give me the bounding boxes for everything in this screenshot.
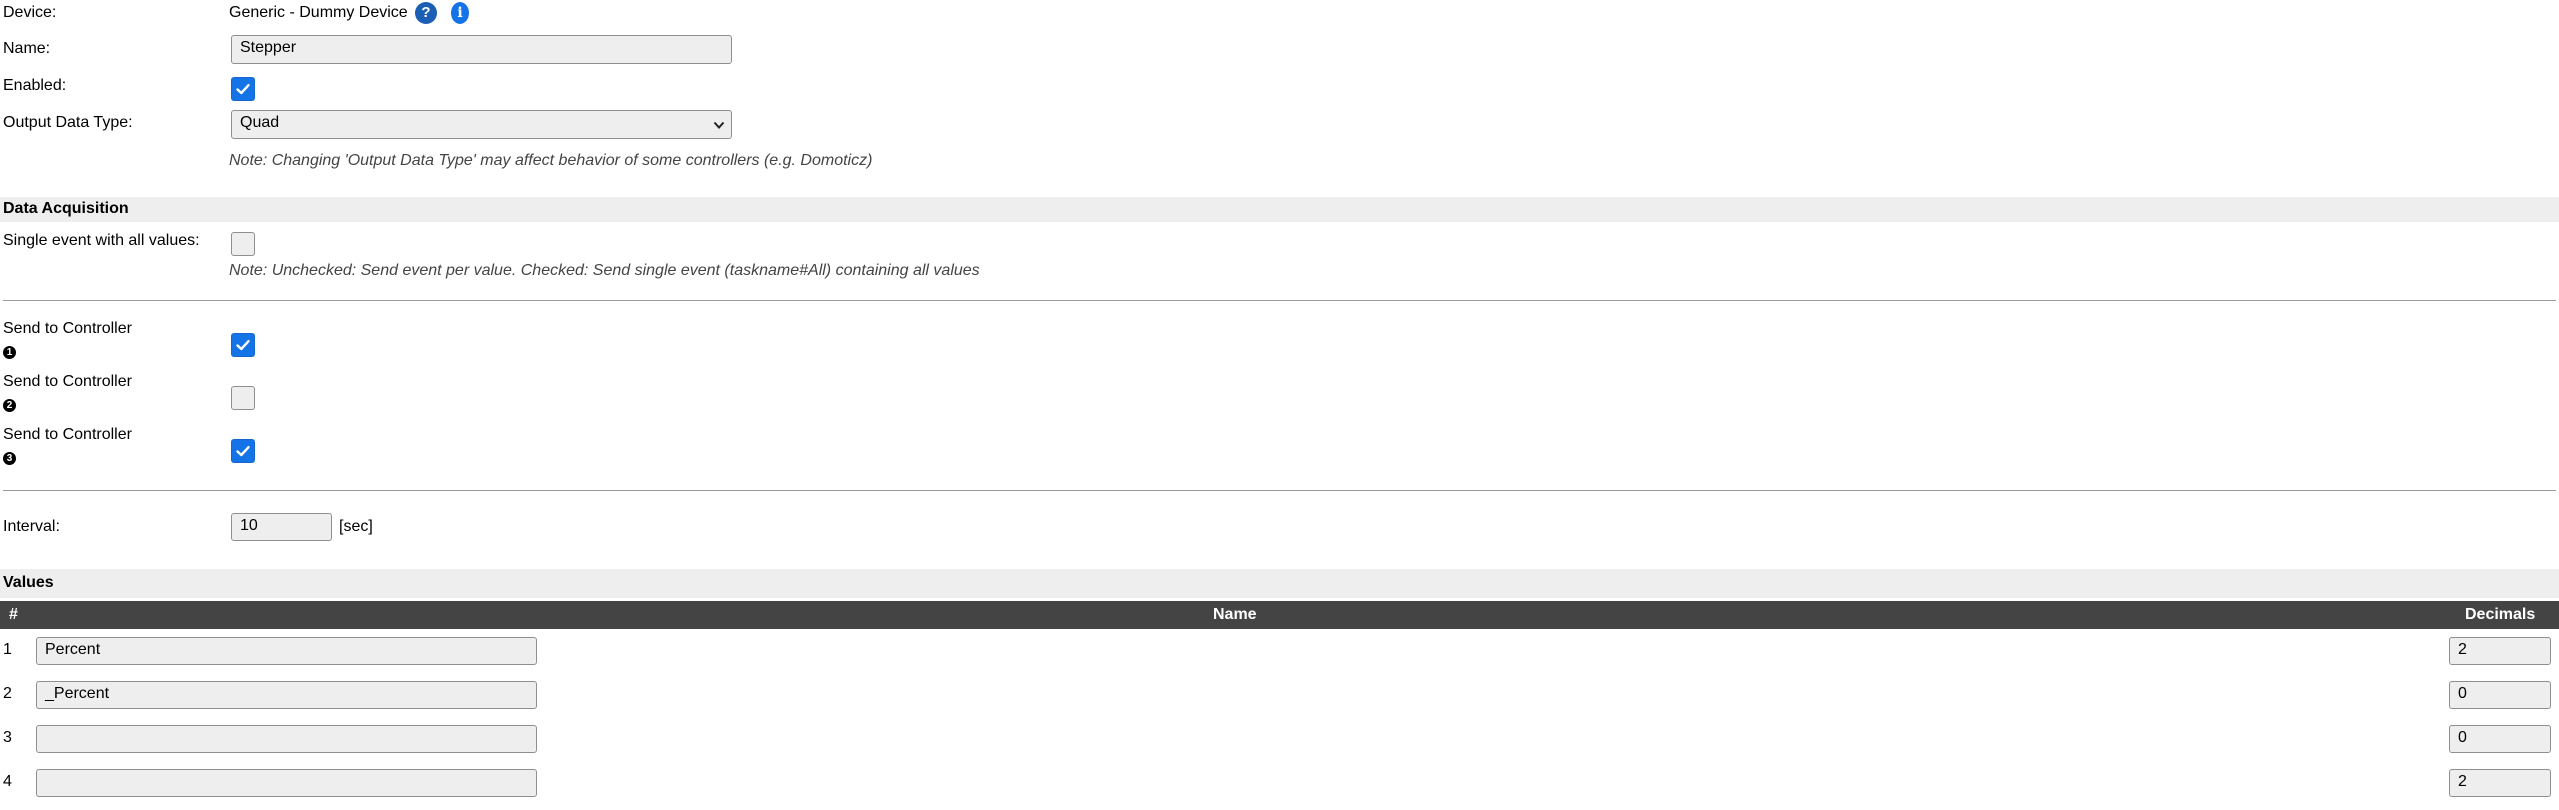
divider xyxy=(3,300,2556,301)
enabled-checkbox[interactable] xyxy=(231,77,255,101)
send-to-controller-2-checkbox[interactable] xyxy=(231,386,255,410)
value-name-input[interactable] xyxy=(36,725,537,753)
single-event-label: Single event with all values: xyxy=(3,232,200,249)
interval-label: Interval: xyxy=(3,518,60,535)
value-name-input[interactable]: Percent xyxy=(36,637,537,665)
single-event-note: Note: Unchecked: Send event per value. C… xyxy=(229,262,980,279)
column-header-name: Name xyxy=(1213,606,1257,623)
column-header-num: # xyxy=(9,606,18,623)
value-decimals-input[interactable]: 2 xyxy=(2449,769,2551,797)
values-table-header: # Name Decimals xyxy=(0,601,2559,629)
values-header: Values xyxy=(0,569,2559,598)
column-header-decimals: Decimals xyxy=(2465,606,2536,623)
send-to-controller-label: Send to Controller xyxy=(3,320,132,337)
value-name-input[interactable] xyxy=(36,769,537,797)
row-number: 1 xyxy=(3,641,12,658)
divider xyxy=(3,490,2556,491)
row-number: 4 xyxy=(3,773,12,790)
name-input[interactable]: Stepper xyxy=(231,35,732,64)
data-acquisition-title: Data Acquisition xyxy=(3,200,129,217)
device-label: Device: xyxy=(3,4,57,21)
controller-number-badge: 1 xyxy=(3,346,16,359)
question-glyph: ? xyxy=(421,4,431,21)
name-label: Name: xyxy=(3,40,51,57)
value-name-input[interactable]: _Percent xyxy=(36,681,537,709)
checkmark-icon xyxy=(236,446,250,457)
value-decimals-input[interactable]: 2 xyxy=(2449,637,2551,665)
send-to-controller-label: Send to Controller xyxy=(3,373,132,390)
enabled-label: Enabled: xyxy=(3,77,67,94)
interval-input[interactable]: 10 xyxy=(231,513,332,541)
output-data-type-selected: Quad xyxy=(240,114,280,131)
value-decimals-input[interactable]: 0 xyxy=(2449,681,2551,709)
device-value: Generic - Dummy Device xyxy=(229,4,408,21)
value-decimals-input[interactable]: 0 xyxy=(2449,725,2551,753)
output-data-type-label: Output Data Type: xyxy=(3,114,133,131)
send-to-controller-label: Send to Controller xyxy=(3,426,132,443)
checkmark-icon xyxy=(236,340,250,351)
controller-number-badge: 3 xyxy=(3,452,16,465)
row-number: 3 xyxy=(3,729,12,746)
values-title: Values xyxy=(3,574,54,591)
chevron-down-icon xyxy=(713,121,725,129)
send-to-controller-1-checkbox[interactable] xyxy=(231,333,255,357)
question-circle-icon[interactable]: ? xyxy=(415,2,437,24)
checkmark-icon xyxy=(236,84,250,95)
info-glyph: i xyxy=(457,5,463,21)
info-circle-icon[interactable]: i xyxy=(451,2,469,24)
output-data-type-note: Note: Changing 'Output Data Type' may af… xyxy=(229,152,873,169)
data-acquisition-header: Data Acquisition xyxy=(0,197,2559,222)
interval-unit: [sec] xyxy=(339,518,373,535)
controller-number-badge: 2 xyxy=(3,399,16,412)
single-event-checkbox[interactable] xyxy=(231,232,255,256)
output-data-type-select[interactable]: Quad xyxy=(231,110,732,139)
row-number: 2 xyxy=(3,685,12,702)
send-to-controller-3-checkbox[interactable] xyxy=(231,439,255,463)
